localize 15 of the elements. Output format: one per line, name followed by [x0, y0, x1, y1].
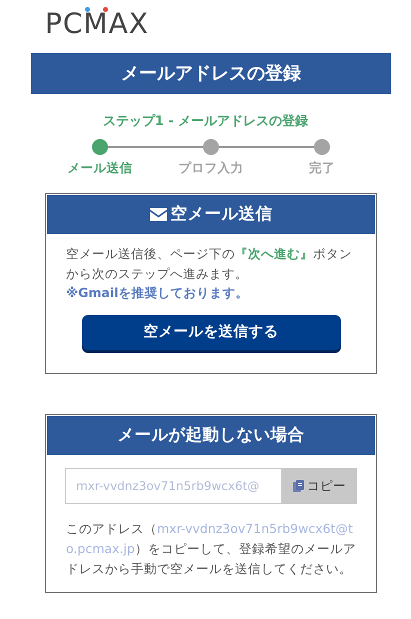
envelope-icon: [150, 208, 166, 222]
page-title: メールアドレスの登録: [31, 53, 391, 94]
card-header: メールが起動しない場合: [47, 416, 375, 455]
description-text: 空メール送信後、ページ下の『次へ進む』ボタンから次のステップへ進みます。: [65, 245, 353, 284]
copy-icon: [293, 480, 304, 492]
description-text: このアドレス（mxr-vvdnz3ov71n5rb9wcx6t@to.pcmax.jp）をコピーして、登録希望のメールアドレスから手動で空メールを送信してください。: [65, 520, 357, 578]
logo[interactable]: PCMAX: [0, 0, 149, 38]
step-label: メール送信: [68, 158, 132, 176]
step-heading: ステップ1 - メールアドレスの登録: [102, 112, 310, 131]
send-button[interactable]: 空メールを送信する: [82, 315, 340, 350]
note-text: ※Gmailを推奨しております。: [65, 284, 250, 302]
card-title: 空メール送信: [170, 203, 272, 226]
step-label: 完了: [309, 158, 335, 176]
copy-button[interactable]: コピー: [282, 468, 357, 504]
step-label: プロフ入力: [178, 158, 244, 176]
